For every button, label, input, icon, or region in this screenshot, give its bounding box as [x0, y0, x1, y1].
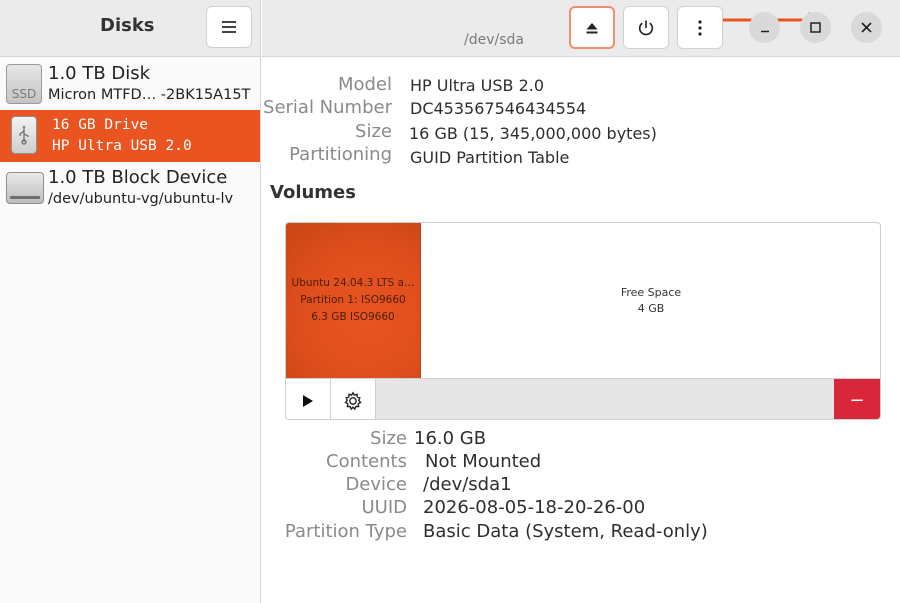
size-label: Size	[355, 121, 392, 142]
partition-settings-button[interactable]	[331, 379, 376, 419]
contents-value: Not Mounted	[425, 451, 542, 472]
device-model: HP Ultra USB 2.0	[52, 138, 192, 154]
drive-options-button[interactable]	[677, 6, 723, 49]
device-item-ssd[interactable]: SSD 1.0 TB Disk Micron MTFD… -2BK15A15T	[0, 58, 260, 110]
partition-type-value: Basic Data (System, Read-only)	[423, 521, 708, 542]
maximize-button[interactable]	[800, 12, 831, 43]
close-button[interactable]	[851, 12, 882, 43]
minimize-button[interactable]	[749, 12, 780, 43]
volume-toolbar: −	[286, 378, 880, 419]
vertical-dots-icon	[698, 19, 702, 36]
power-icon	[638, 20, 654, 35]
play-icon	[303, 394, 313, 407]
partition-1-block[interactable]: Ubuntu 24.04.3 LTS a… Partition 1: ISO96…	[286, 223, 421, 378]
contents-label: Contents	[326, 451, 407, 472]
device-model: Micron MTFD… -2BK15A15T	[48, 87, 251, 103]
model-value: HP Ultra USB 2.0	[410, 76, 545, 95]
uuid-value: 2026-08-05-18-20-26-00	[423, 497, 646, 518]
maximize-icon	[810, 22, 821, 33]
uuid-label: UUID	[361, 497, 407, 518]
eject-icon	[586, 22, 598, 33]
ssd-icon-label: SSD	[11, 87, 37, 101]
partitioning-value: GUID Partition Table	[410, 148, 570, 167]
partition-size-value: 16.0 GB	[414, 428, 487, 449]
block-device-icon	[6, 168, 44, 204]
gear-icon	[344, 390, 362, 410]
partitioning-label: Partitioning	[289, 144, 392, 165]
device-path: /dev/ubuntu-vg/ubuntu-lv	[48, 191, 234, 207]
mount-button[interactable]	[286, 379, 331, 419]
delete-partition-button[interactable]: −	[834, 379, 880, 419]
device-item-block[interactable]: 1.0 TB Block Device /dev/ubuntu-vg/ubunt…	[0, 162, 260, 214]
partition-name: Ubuntu 24.04.3 LTS a…	[291, 277, 415, 289]
serial-label: Serial Number	[263, 97, 392, 118]
free-space-size: 4 GB	[637, 301, 665, 315]
power-off-button[interactable]	[623, 6, 669, 49]
free-space-label: Free Space	[620, 285, 682, 299]
device-item-usb[interactable]: 16 GB Drive HP Ultra USB 2.0	[0, 110, 260, 162]
close-icon	[861, 22, 872, 33]
device-value: /dev/sda1	[423, 474, 512, 495]
hamburger-icon	[222, 21, 236, 33]
app-title: Disks	[100, 15, 155, 36]
volume-map: Ubuntu 24.04.3 LTS a… Partition 1: ISO96…	[285, 222, 881, 420]
model-label: Model	[337, 74, 392, 95]
partition-type-label: Partition Type	[284, 521, 407, 542]
usb-drive-icon	[6, 116, 37, 154]
sidebar-header: Disks	[0, 0, 260, 57]
size-value: 16 GB (15, 345,000,000 bytes)	[409, 124, 657, 143]
main-menu-button[interactable]	[206, 6, 252, 48]
minus-icon: −	[849, 390, 865, 411]
device-name: 1.0 TB Disk	[48, 63, 151, 84]
volumes-heading: Volumes	[270, 182, 356, 203]
sidebar: Disks SSD 1.0 TB Disk Micron MTFD… -2BK1…	[0, 0, 261, 603]
partition-number: Partition 1: ISO9660	[300, 294, 406, 306]
partition-size: 6.3 GB ISO9660	[311, 311, 395, 323]
device-name: 16 GB Drive	[52, 117, 149, 133]
device-name: 1.0 TB Block Device	[48, 167, 228, 188]
partition-size-label: Size	[370, 428, 407, 449]
eject-button[interactable]	[569, 6, 615, 49]
free-space-block[interactable]: Free Space 4 GB	[422, 223, 880, 378]
minimize-icon	[760, 30, 769, 32]
serial-value: DC453567546434554	[410, 99, 587, 118]
ssd-icon: SSD	[6, 64, 42, 104]
device-label: Device	[345, 474, 407, 495]
content-header: /dev/sda	[262, 0, 900, 57]
device-list: SSD 1.0 TB Disk Micron MTFD… -2BK15A15T …	[0, 58, 260, 214]
